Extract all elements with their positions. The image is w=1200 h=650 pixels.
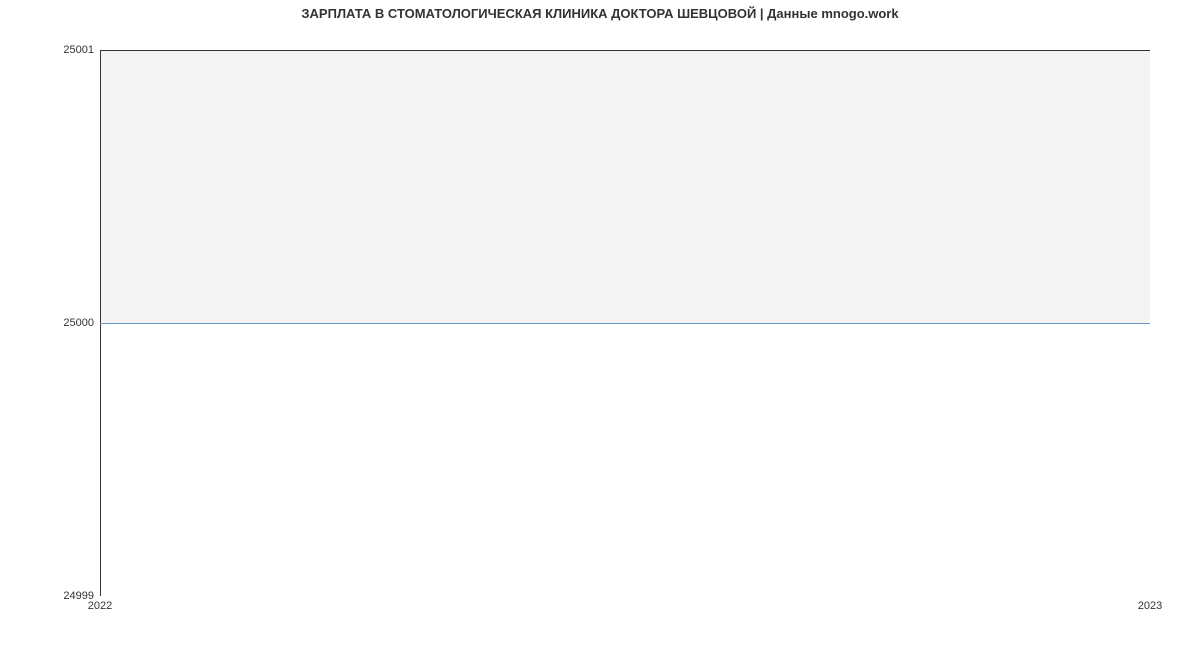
axis-top <box>100 50 1150 51</box>
plot-area <box>100 50 1150 596</box>
series-line <box>100 323 1150 324</box>
chart-title: ЗАРПЛАТА В СТОМАТОЛОГИЧЕСКАЯ КЛИНИКА ДОК… <box>0 6 1200 21</box>
y-tick-label: 25000 <box>63 317 94 329</box>
y-tick-label: 25001 <box>63 44 94 56</box>
x-tick-label: 2022 <box>88 600 112 612</box>
chart-container: ЗАРПЛАТА В СТОМАТОЛОГИЧЕСКАЯ КЛИНИКА ДОК… <box>0 0 1200 650</box>
x-tick-label: 2023 <box>1138 600 1162 612</box>
plot-bg-upper <box>100 50 1150 323</box>
plot-bg-lower <box>100 323 1150 596</box>
